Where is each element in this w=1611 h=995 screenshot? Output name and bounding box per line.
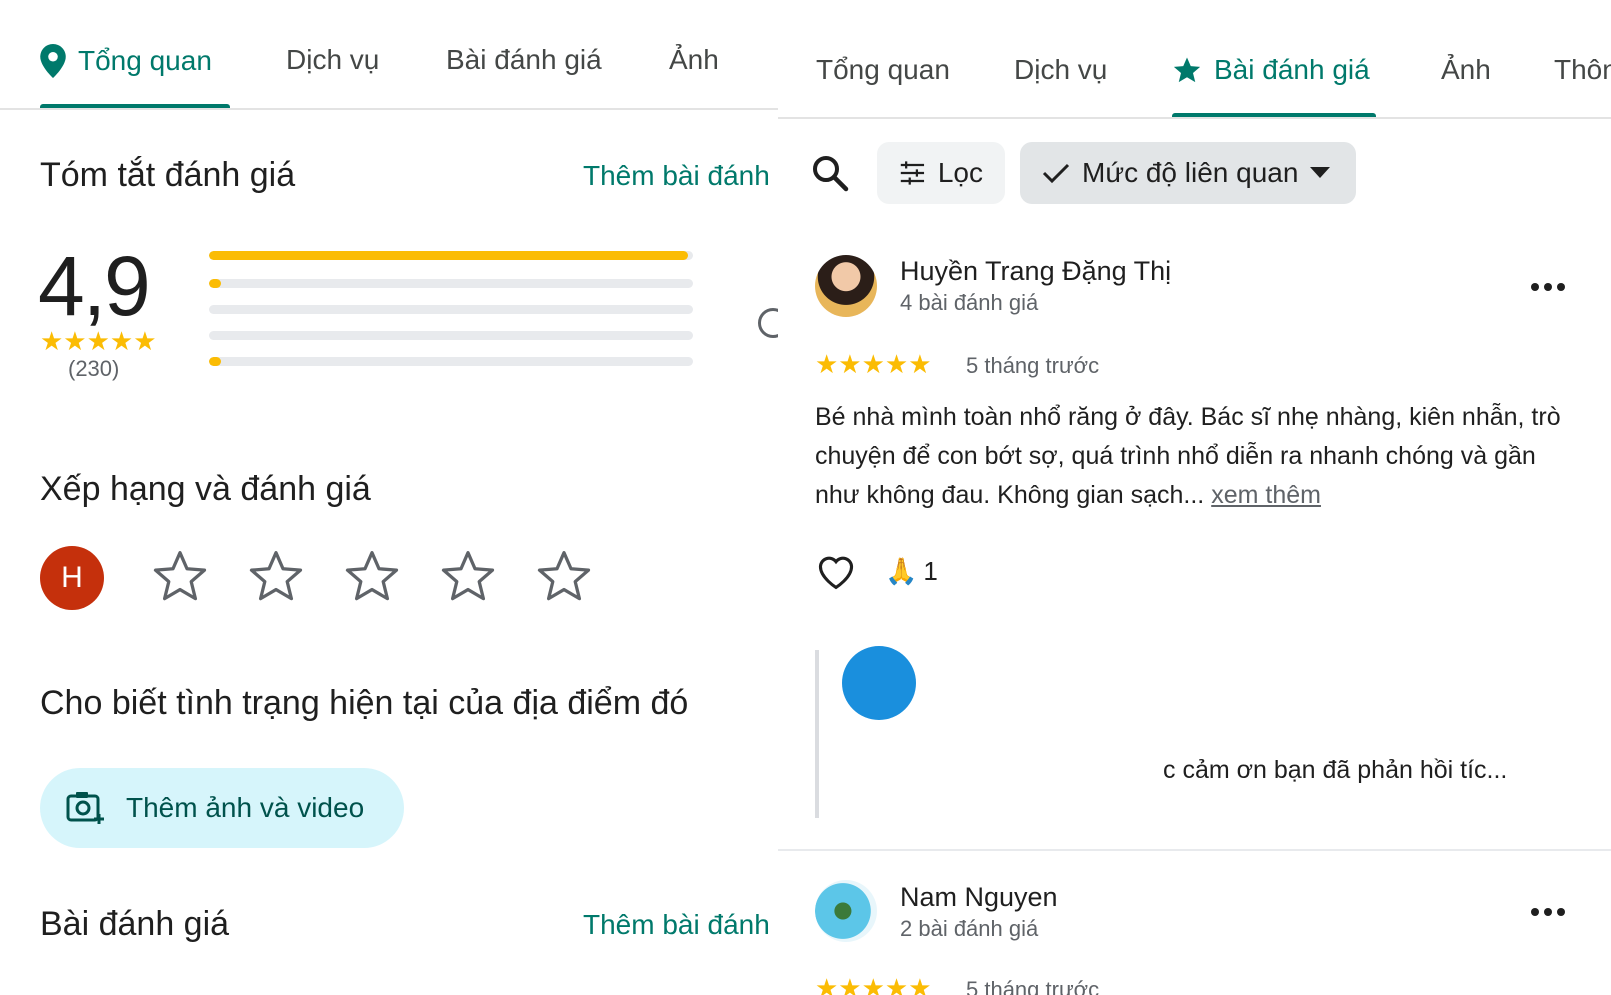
average-rating: 4,9 (38, 239, 151, 333)
star-outline-icon[interactable] (152, 548, 208, 604)
rating-bar-fill (209, 251, 689, 260)
check-icon (1042, 163, 1070, 184)
star-outline-icon[interactable] (248, 548, 304, 604)
owner-reply-text: c cảm ơn bạn đã phản hồi tíc... (1163, 756, 1508, 784)
rating-bar (209, 357, 693, 366)
tab-label: Tổng quan (78, 45, 212, 76)
tab-about[interactable]: Thôn (1554, 54, 1611, 86)
reviews-title: Bài đánh giá (40, 905, 230, 943)
rating-bar-fill (209, 279, 221, 288)
reviews-panel: Tổng quan Dịch vụ Bài đánh giá Ảnh Thôn … (778, 0, 1611, 995)
add-photo-video-label: Thêm ảnh và video (126, 792, 365, 823)
avatar[interactable] (815, 880, 877, 942)
add-photo-video-button[interactable]: Thêm ảnh và video (40, 768, 404, 848)
reviewer-name[interactable]: Nam Nguyen (900, 882, 1058, 913)
tab-services[interactable]: Dịch vụ (1014, 54, 1107, 86)
review-divider (778, 849, 1611, 851)
tab-label: Thôn (1554, 54, 1611, 85)
tab-photos[interactable]: Ảnh (1441, 54, 1491, 86)
reviewer-review-count: 2 bài đánh giá (900, 916, 1039, 941)
tab-label: Tổng quan (816, 54, 950, 85)
reaction-row: 🙏 1 (815, 552, 938, 590)
add-review-link-2[interactable]: Thêm bài đánh (583, 909, 770, 941)
tab-label: Dịch vụ (1014, 54, 1108, 85)
rating-stars: ★★★★★ (40, 328, 157, 354)
tab-label: Dịch vụ (286, 44, 380, 75)
rating-bar (209, 251, 693, 260)
sort-dropdown[interactable]: Mức độ liên quan (1020, 142, 1356, 204)
caret-down-icon (1310, 167, 1331, 178)
tab-label: Bài đánh giá (1214, 54, 1370, 85)
tabs-divider (778, 117, 1611, 119)
review-count: (230) (68, 356, 120, 381)
tab-overview[interactable]: Tổng quan (816, 54, 950, 86)
tab-label: Ảnh (669, 44, 719, 75)
rating-bar (209, 279, 693, 288)
review-stars-text: ★★★★★ (815, 349, 932, 379)
tab-label: Bài đánh giá (446, 44, 602, 75)
rating-bar-fill (209, 357, 221, 366)
tab-label: Ảnh (1441, 54, 1491, 85)
review-time: 5 tháng trước (966, 977, 1100, 995)
filter-button[interactable]: Lọc (877, 142, 1005, 204)
review-summary-title: Tóm tắt đánh giá (40, 156, 296, 194)
filter-label: Lọc (937, 157, 983, 188)
review-stars: ★★★★★ (815, 351, 932, 377)
pray-icon: 🙏 (885, 555, 918, 586)
star-outline-icon[interactable] (440, 548, 496, 604)
reaction-count[interactable]: 🙏 1 (885, 556, 938, 587)
rating-bar (209, 331, 693, 340)
tab-photos[interactable]: Ảnh (669, 44, 719, 76)
rating-stars-text: ★★★★★ (40, 326, 157, 356)
star-outline-icon[interactable] (536, 548, 592, 604)
star-rating-input (152, 548, 592, 604)
rating-bar (209, 305, 693, 314)
more-options-icon[interactable] (1531, 283, 1565, 291)
avatar[interactable] (815, 255, 877, 317)
reaction-number: 1 (923, 555, 938, 586)
more-options-icon[interactable] (1531, 908, 1565, 916)
location-pin-icon (40, 44, 66, 78)
review-text-block: Bé nhà mình toàn nhổ răng ở đây. Bác sĩ … (815, 398, 1575, 515)
status-title: Cho biết tình trạng hiện tại của địa điể… (40, 684, 689, 722)
reviewer-review-count: 4 bài đánh giá (900, 290, 1039, 315)
search-icon[interactable] (810, 153, 850, 193)
star-icon (1173, 57, 1201, 83)
tabs-divider (0, 108, 778, 110)
review-stars-text: ★★★★★ (815, 973, 932, 995)
review-text: Bé nhà mình toàn nhổ răng ở đây. Bác sĩ … (815, 403, 1561, 509)
review-stars: ★★★★★ (815, 975, 932, 995)
owner-reply-bar (815, 650, 819, 818)
overview-panel: Tổng quan Dịch vụ Bài đánh giá Ảnh Tóm t… (0, 0, 778, 995)
sort-label: Mức độ liên quan (1082, 157, 1299, 188)
reviewer-name[interactable]: Huyền Trang Đặng Thị (900, 256, 1171, 287)
tab-services[interactable]: Dịch vụ (286, 44, 379, 76)
info-icon[interactable] (758, 308, 778, 338)
review-time: 5 tháng trước (966, 353, 1100, 378)
rate-and-review-title: Xếp hạng và đánh giá (40, 470, 371, 508)
avatar-letter: H (61, 561, 83, 594)
see-more-link[interactable]: xem thêm (1211, 481, 1321, 509)
tab-reviews[interactable]: Bài đánh giá (1172, 54, 1370, 86)
owner-avatar (842, 646, 916, 720)
filter-icon (900, 161, 925, 185)
star-outline-icon[interactable] (344, 548, 400, 604)
heart-icon[interactable] (815, 552, 857, 590)
tab-overview[interactable]: Tổng quan (40, 44, 212, 78)
add-photo-icon (66, 792, 104, 824)
tab-reviews[interactable]: Bài đánh giá (446, 44, 602, 76)
add-review-link[interactable]: Thêm bài đánh (583, 160, 770, 192)
avatar: H (40, 546, 104, 610)
